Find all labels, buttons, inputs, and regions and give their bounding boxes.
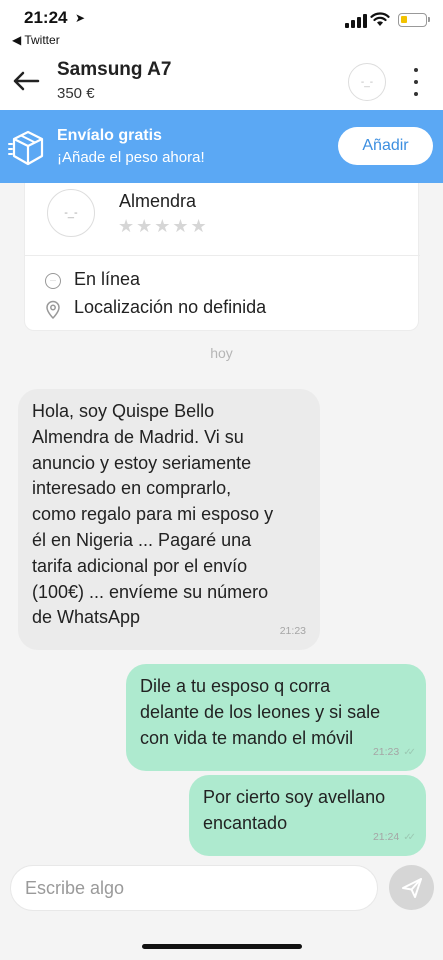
- message-outgoing[interactable]: Dile a tu esposo q corra delante de los …: [126, 664, 426, 771]
- status-time: 21:24: [24, 8, 68, 27]
- divider: [25, 255, 420, 256]
- message-time: 21:23: [372, 746, 400, 759]
- message-meta: 21:23: [280, 619, 306, 645]
- item-title[interactable]: Samsung A7: [57, 59, 171, 81]
- wifi-icon: [370, 12, 390, 26]
- chat-bubble-icon: ···: [45, 273, 61, 289]
- avatar[interactable]: -_-: [47, 189, 95, 237]
- item-price: 350 €: [57, 85, 95, 102]
- home-indicator[interactable]: [142, 944, 302, 949]
- message-input[interactable]: Escribe algo: [10, 865, 378, 911]
- date-separator: hoy: [210, 345, 233, 361]
- send-button[interactable]: [389, 865, 434, 910]
- online-status: En línea: [74, 269, 141, 289]
- rating-stars: ★★★★★: [118, 216, 209, 236]
- profile-name[interactable]: Almendra: [119, 191, 196, 212]
- profile-card[interactable]: -_- Almendra ★★★★★ ··· En línea Localiza…: [24, 183, 420, 331]
- avatar[interactable]: -_-: [348, 63, 386, 101]
- message-time: 21:24: [372, 831, 400, 844]
- check-icon: ✓✓: [403, 832, 416, 844]
- back-to-twitter-link[interactable]: ◀ Twitter: [12, 33, 60, 47]
- map-pin-icon: [46, 300, 60, 320]
- message-text: Dile a tu esposo q corra delante de los …: [140, 676, 381, 748]
- banner-subtitle: ¡Añade el peso ahora!: [57, 149, 205, 166]
- message-meta: 21:24 ✓✓: [372, 825, 416, 851]
- add-weight-button[interactable]: Añadir: [338, 127, 433, 165]
- message-time: 21:23: [279, 625, 306, 638]
- message-text: Hola, soy Quispe Bello Almendra de Madri…: [32, 401, 274, 628]
- send-icon: [401, 877, 422, 898]
- message-incoming[interactable]: Hola, soy Quispe Bello Almendra de Madri…: [18, 389, 320, 650]
- battery-icon: [398, 13, 430, 27]
- more-vertical-icon[interactable]: [404, 66, 428, 98]
- signal-icon: [345, 14, 367, 28]
- message-meta: 21:23 ✓✓: [372, 740, 416, 766]
- location-status: Localización no definida: [74, 297, 267, 317]
- chat-header: Samsung A7 350 € -_-: [0, 52, 443, 110]
- message-outgoing[interactable]: Por cierto soy avellano encantado 21:24 …: [189, 775, 426, 856]
- status-bar: 21:24 ➤ ◀ Twitter: [0, 0, 443, 52]
- shipping-banner: Envíalo gratis ¡Añade el peso ahora! Aña…: [0, 110, 443, 183]
- check-icon: ✓✓: [403, 747, 416, 759]
- back-arrow-icon[interactable]: [10, 64, 44, 98]
- box-icon: [8, 130, 44, 166]
- location-arrow-icon: ➤: [75, 11, 86, 25]
- banner-title: Envíalo gratis: [57, 127, 162, 144]
